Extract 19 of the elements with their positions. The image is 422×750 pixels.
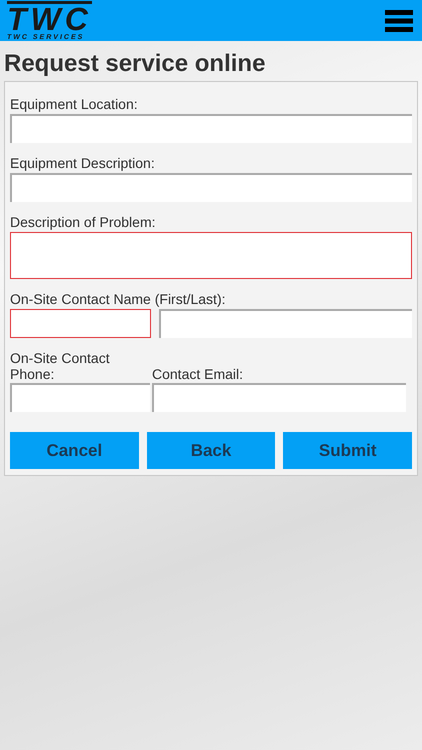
field-label: Equipment Description: — [10, 155, 156, 172]
input-field[interactable] — [10, 309, 151, 338]
field-label: On-Site Contact Phone: — [10, 350, 111, 382]
field-label: Equipment Location: — [10, 96, 139, 113]
logo-text: TWC — [7, 0, 92, 34]
text-area[interactable] — [10, 232, 412, 279]
input-field[interactable] — [10, 383, 150, 412]
field-label: On-Site Contact Name (First/Last): — [10, 291, 227, 308]
input-field[interactable] — [152, 383, 406, 412]
menu-icon[interactable] — [385, 10, 413, 32]
form-button[interactable]: Submit — [283, 432, 412, 469]
input-field[interactable] — [159, 309, 412, 338]
field-label: Contact Email: — [152, 366, 244, 382]
form-button[interactable]: Back — [146, 432, 276, 469]
page-title: Request service online — [3, 49, 266, 79]
input-field[interactable] — [10, 114, 412, 143]
input-field[interactable] — [10, 173, 412, 202]
form-button[interactable]: Cancel — [10, 432, 139, 469]
field-label: Description of Problem: — [10, 214, 157, 231]
